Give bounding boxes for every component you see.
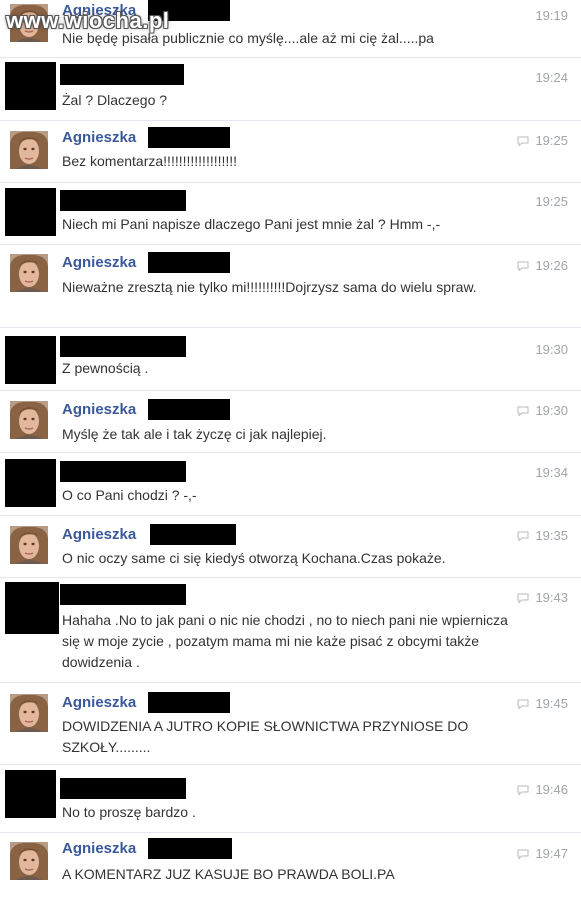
time-label: 19:19 <box>535 8 568 23</box>
message-time: 19:25 <box>535 194 568 210</box>
divider <box>0 577 581 578</box>
message-time: 19:43 <box>517 590 568 606</box>
message-text: Nieważne zresztą nie tylko mi!!!!!!!!!!D… <box>62 279 477 295</box>
divider <box>0 390 581 391</box>
message-time: 19:46 <box>517 782 568 798</box>
divider <box>0 244 581 245</box>
redacted-name <box>148 127 230 148</box>
time-label: 19:26 <box>535 258 568 273</box>
avatar[interactable] <box>10 842 48 880</box>
message-text: Z pewnością . <box>62 360 149 376</box>
message-time: 19:26 <box>517 258 568 274</box>
redacted-name <box>60 336 186 357</box>
message-text: A KOMENTARZ JUZ KASUJE BO PRAWDA BOLI.PA <box>62 866 395 882</box>
redacted-name <box>148 252 230 273</box>
redacted-name <box>60 778 186 799</box>
avatar[interactable] <box>10 131 48 169</box>
time-label: 19:24 <box>535 70 568 85</box>
time-label: 19:46 <box>535 782 568 797</box>
time-label: 19:34 <box>535 465 568 480</box>
avatar-redacted[interactable] <box>5 459 56 507</box>
sender-name[interactable]: Agnieszka <box>62 129 136 147</box>
message-text: Bez komentarza!!!!!!!!!!!!!!!!!!! <box>62 153 238 169</box>
sender-name[interactable]: Agnieszka <box>62 840 136 858</box>
sender-name[interactable]: Agnieszka <box>62 694 136 712</box>
avatar-redacted[interactable] <box>5 582 59 634</box>
redacted-name <box>148 399 230 420</box>
time-label: 19:45 <box>535 696 568 711</box>
avatar-redacted[interactable] <box>5 62 56 110</box>
divider <box>0 452 581 453</box>
seen-bubble-icon <box>517 849 529 859</box>
divider <box>0 57 581 58</box>
avatar-redacted[interactable] <box>5 770 56 818</box>
redacted-name <box>60 64 184 85</box>
message-time: 19:19 <box>535 8 568 24</box>
time-label: 19:30 <box>535 403 568 418</box>
redacted-name <box>150 524 236 545</box>
message-text: O nic oczy same ci się kiedyś otworzą Ko… <box>62 550 446 566</box>
message-time: 19:24 <box>535 70 568 86</box>
time-label: 19:47 <box>535 846 568 861</box>
redacted-name <box>60 584 186 605</box>
seen-bubble-icon <box>517 593 529 603</box>
time-label: 19:35 <box>535 528 568 543</box>
seen-bubble-icon <box>517 136 529 146</box>
sender-name[interactable]: Agnieszka <box>62 401 136 419</box>
avatar[interactable] <box>10 526 48 564</box>
divider <box>0 327 581 328</box>
watermark: www.wiocha.pl <box>6 8 170 33</box>
redacted-name <box>60 461 186 482</box>
divider <box>0 832 581 833</box>
divider <box>0 182 581 183</box>
message-time: 19:35 <box>517 528 568 544</box>
seen-bubble-icon <box>517 406 529 416</box>
time-label: 19:25 <box>535 194 568 209</box>
seen-bubble-icon <box>517 531 529 541</box>
message-time: 19:34 <box>535 465 568 481</box>
message-time: 19:30 <box>535 342 568 358</box>
divider <box>0 515 581 516</box>
message-text: No to proszę bardzo . <box>62 804 196 820</box>
avatar-redacted[interactable] <box>5 336 56 384</box>
seen-bubble-icon <box>517 785 529 795</box>
divider <box>0 120 581 121</box>
avatar[interactable] <box>10 694 48 732</box>
time-label: 19:25 <box>535 133 568 148</box>
seen-bubble-icon <box>517 261 529 271</box>
message-time: 19:47 <box>517 846 568 862</box>
redacted-name <box>60 190 186 211</box>
message-text: Myślę że tak ale i tak życzę ci jak najl… <box>62 426 327 442</box>
divider <box>0 682 581 683</box>
seen-bubble-icon <box>517 699 529 709</box>
sender-name[interactable]: Agnieszka <box>62 526 136 544</box>
avatar[interactable] <box>10 254 48 292</box>
message-text: Hahaha .No to jak pani o nic nie chodzi … <box>62 612 508 670</box>
time-label: 19:30 <box>535 342 568 357</box>
redacted-name <box>148 692 230 713</box>
message-text: DOWIDZENIA A JUTRO KOPIE SŁOWNICTWA PRZY… <box>62 718 469 755</box>
message-text: O co Pani chodzi ? -,- <box>62 487 197 503</box>
divider <box>0 764 581 765</box>
avatar-redacted[interactable] <box>5 188 56 236</box>
message-time: 19:25 <box>517 133 568 149</box>
message-time: 19:45 <box>517 696 568 712</box>
message-text: Niech mi Pani napisze dlaczego Pani jest… <box>62 216 441 232</box>
avatar[interactable] <box>10 401 48 439</box>
message-text: Żal ? Dlaczego ? <box>62 92 168 108</box>
redacted-name <box>148 838 232 859</box>
time-label: 19:43 <box>535 590 568 605</box>
message-time: 19:30 <box>517 403 568 419</box>
sender-name[interactable]: Agnieszka <box>62 254 136 272</box>
